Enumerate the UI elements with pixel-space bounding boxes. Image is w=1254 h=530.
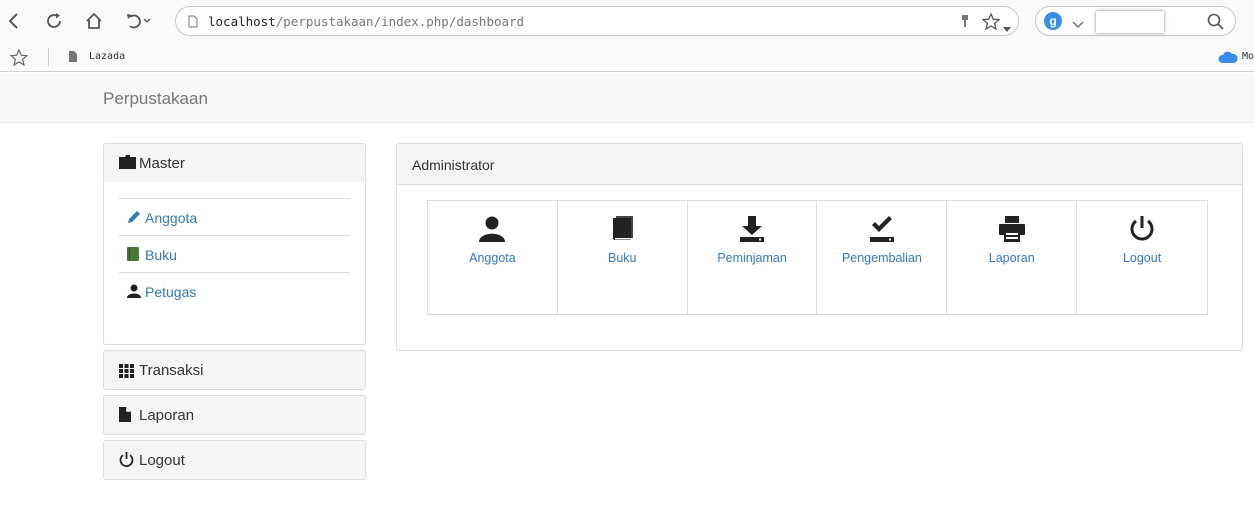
tile-anggota[interactable]: Anggota — [428, 201, 558, 314]
sidebar-master-title: Master — [139, 155, 185, 172]
user-icon — [479, 216, 506, 247]
address-bar[interactable]: localhost/perpustakaan/index.php/dashboa… — [175, 6, 1019, 36]
sidebar-laporan-title: Laporan — [139, 407, 195, 424]
search-icon[interactable] — [1207, 13, 1224, 35]
sidebar-logout-header[interactable]: Logout — [103, 440, 366, 480]
search-input[interactable] — [1096, 11, 1164, 33]
tile-label[interactable]: Pengembalian — [817, 251, 946, 265]
sidebar-item-label[interactable]: Petugas — [145, 284, 196, 300]
dropdown-arrow-icon[interactable] — [1003, 19, 1011, 37]
sidebar-item-petugas[interactable]: Petugas — [119, 272, 350, 309]
sidebar-logout-title: Logout — [139, 452, 185, 469]
sidebar-master-body: Anggota Buku Petugas — [103, 182, 366, 345]
url-path: /perpustakaan/index.php/dashboard — [275, 14, 525, 29]
app-navbar: Perpustakaan — [0, 73, 1254, 123]
download-icon — [740, 216, 765, 247]
page-icon — [68, 50, 78, 68]
tile-pengembalian[interactable]: Pengembalian — [817, 201, 948, 314]
tile-buku[interactable]: Buku — [558, 201, 688, 314]
tile-label[interactable]: Peminjaman — [688, 251, 817, 265]
book-icon — [127, 247, 139, 266]
sidebar-item-label[interactable]: Anggota — [145, 210, 197, 226]
folder-icon — [119, 155, 136, 174]
dashboard-tiles: Anggota Buku Peminjaman Pengembalian Lap… — [427, 200, 1208, 315]
cloud-icon[interactable] — [1218, 49, 1238, 70]
url-host: localhost — [208, 14, 276, 29]
bookmark-mo[interactable]: Mo — [1242, 51, 1254, 62]
sidebar-transaksi-header[interactable]: Transaksi — [103, 350, 366, 390]
divider — [48, 48, 49, 66]
tile-peminjaman[interactable]: Peminjaman — [688, 201, 818, 314]
star-icon[interactable] — [9, 48, 29, 71]
tile-label[interactable]: Laporan — [947, 251, 1076, 265]
sidebar-item-label[interactable]: Buku — [145, 247, 177, 263]
admin-panel-title: Administrator — [412, 157, 495, 173]
tile-label[interactable]: Buku — [558, 251, 687, 265]
sidebar-laporan-header[interactable]: Laporan — [103, 395, 366, 435]
pencil-icon — [127, 210, 141, 229]
brand-title[interactable]: Perpustakaan — [103, 89, 208, 109]
sidebar-transaksi-title: Transaksi — [139, 362, 204, 379]
chevron-down-icon[interactable] — [1072, 16, 1084, 34]
home-icon[interactable] — [82, 9, 106, 33]
tile-label[interactable]: Anggota — [428, 251, 557, 265]
bookmarks-bar: Lazada Mo — [0, 42, 1254, 72]
chevron-down-icon[interactable] — [140, 9, 154, 33]
search-bar[interactable]: g — [1035, 6, 1236, 36]
sidebar-master-header[interactable]: Master — [103, 143, 366, 183]
user-icon — [127, 284, 141, 303]
power-icon — [1129, 216, 1155, 247]
print-icon — [998, 216, 1025, 247]
book-icon — [611, 216, 634, 247]
tile-laporan[interactable]: Laporan — [947, 201, 1078, 314]
bookmark-lazada[interactable]: Lazada — [89, 51, 125, 62]
tile-label[interactable]: Logout — [1077, 251, 1207, 265]
key-icon[interactable] — [960, 13, 970, 34]
tile-logout[interactable]: Logout — [1077, 201, 1207, 314]
page-icon — [188, 15, 198, 33]
url-text[interactable]: localhost/perpustakaan/index.php/dashboa… — [208, 14, 524, 29]
check-tray-icon — [869, 216, 894, 247]
browser-toolbar: localhost/perpustakaan/index.php/dashboa… — [0, 0, 1254, 42]
back-icon[interactable] — [2, 9, 26, 33]
search-engine-icon[interactable]: g — [1044, 12, 1062, 30]
grid-icon — [119, 364, 134, 383]
admin-panel-header: Administrator — [397, 144, 1242, 185]
admin-panel: Administrator Anggota Buku Peminjaman Pe… — [396, 143, 1243, 351]
power-icon — [119, 452, 134, 472]
sidebar-item-anggota[interactable]: Anggota — [119, 198, 350, 235]
reload-icon[interactable] — [42, 9, 66, 33]
bookmark-star-icon[interactable] — [981, 12, 1001, 35]
sidebar-item-buku[interactable]: Buku — [119, 235, 350, 272]
file-icon — [119, 407, 131, 427]
